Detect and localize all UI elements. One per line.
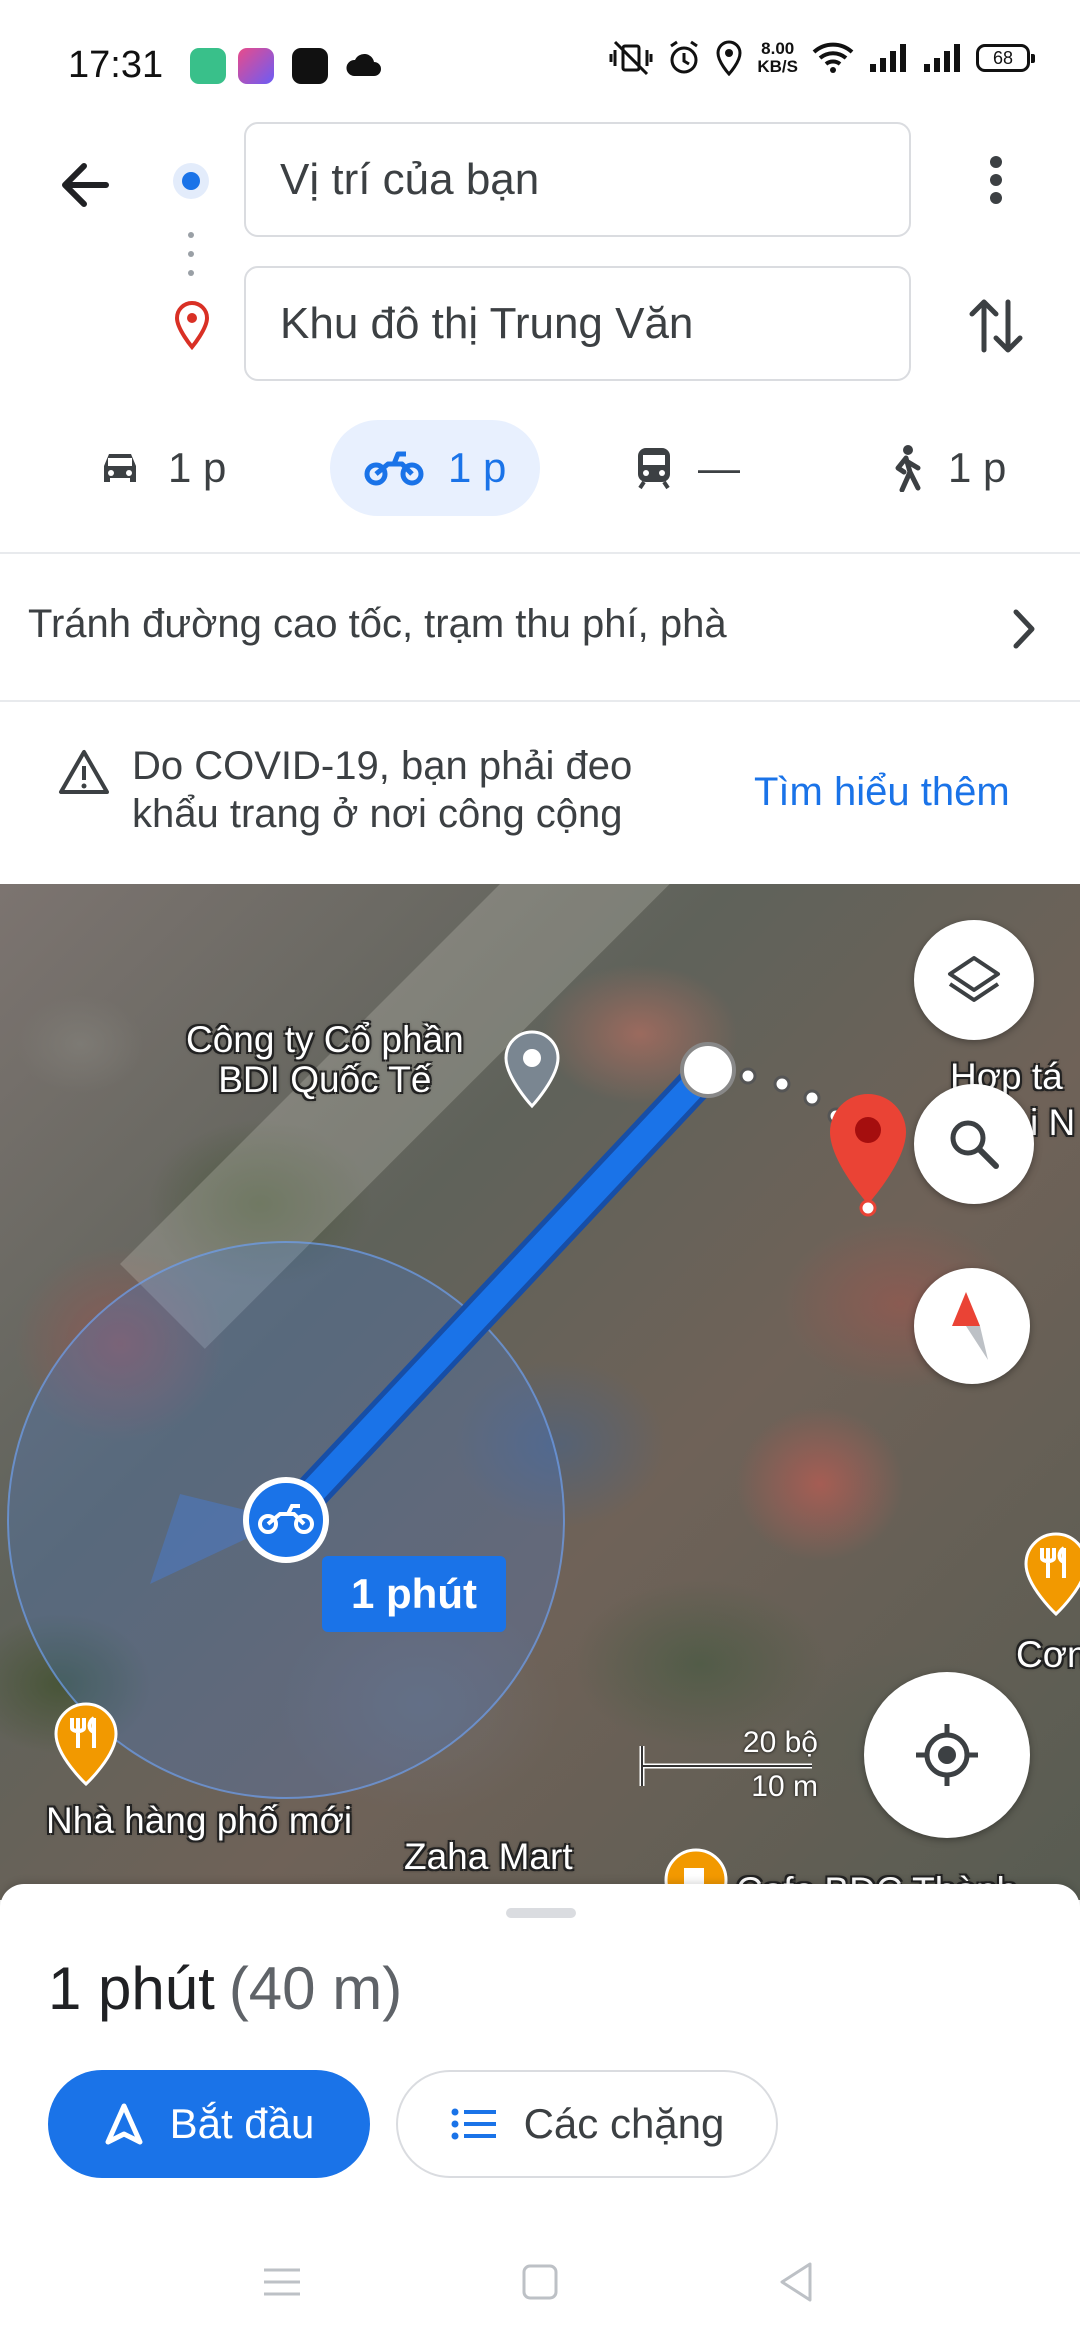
car-icon: [104, 454, 136, 482]
place-pin-icon: [504, 1030, 560, 1109]
home-icon[interactable]: [510, 2252, 570, 2312]
signal-icon: [924, 44, 960, 72]
map-label-hop-tac-2[interactable]: i N: [1030, 1102, 1075, 1144]
my-location-icon: [916, 1724, 978, 1786]
mode-driving[interactable]: 1 p: [96, 420, 226, 516]
battery-icon: 68: [976, 44, 1035, 72]
signal-icon: [870, 44, 906, 72]
wifi-icon: [812, 42, 854, 73]
covid-notice-text: Do COVID-19, bạn phải đeo khẩu trang ở n…: [132, 744, 633, 836]
layers-button[interactable]: [914, 920, 1034, 1040]
steps-button[interactable]: Các chặng: [396, 2070, 778, 2178]
destination-pin-icon: [830, 1094, 906, 1217]
map-label-com[interactable]: Cơn: [1016, 1634, 1080, 1676]
navigation-arrow-icon: [105, 2103, 143, 2145]
origin-dot-icon: [173, 163, 209, 199]
map-scale: 20 bộ 10 m: [638, 1726, 818, 1806]
chevron-right-icon: [1013, 609, 1035, 649]
system-nav-bar: [0, 2220, 1080, 2340]
drag-handle[interactable]: [506, 1908, 576, 1918]
mode-walking[interactable]: 1 p: [888, 420, 1006, 516]
layers-icon: [948, 956, 1000, 1002]
mode-time: —: [698, 444, 740, 491]
destination-pin-icon: [174, 300, 210, 350]
status-bar: 17:31 8.00 KB/S 68: [0, 0, 1080, 130]
steps-label: Các chặng: [523, 2100, 725, 2147]
walking-dot: [803, 1089, 821, 1107]
restaurant-pin-icon: [1024, 1532, 1080, 1617]
back-arrow-icon[interactable]: [50, 150, 120, 220]
route-connector: [188, 232, 194, 276]
map-label-company[interactable]: Công ty Cổ phần BDI Quốc Tế: [186, 1020, 464, 1100]
menu-icon[interactable]: [252, 2252, 312, 2312]
map-label-mart[interactable]: Zaha Mart: [404, 1836, 573, 1878]
my-location-button[interactable]: [864, 1672, 1030, 1838]
app-icon: [292, 48, 328, 84]
search-icon: [950, 1120, 999, 1169]
walking-dot: [773, 1075, 791, 1093]
mode-transit[interactable]: —: [634, 420, 740, 516]
app-icon: [190, 48, 226, 84]
walk-icon: [895, 445, 921, 492]
map-label-restaurant[interactable]: Nhà hàng phố mới: [46, 1800, 352, 1842]
list-icon: [451, 2108, 496, 2140]
mode-time: 1 p: [168, 444, 227, 491]
search-along-route-button[interactable]: [914, 1084, 1034, 1204]
mode-time: 1 p: [448, 444, 507, 491]
scale-label-imperial: 20 bộ: [742, 1726, 818, 1759]
route-options-row[interactable]: Tránh đường cao tốc, trạm thu phí, phà: [0, 554, 1080, 702]
cloud-icon: [346, 53, 381, 76]
summary-duration: 1 phút: [48, 1955, 215, 2022]
transit-icon: [638, 448, 670, 490]
covid-notice: Do COVID-19, bạn phải đeo khẩu trang ở n…: [0, 702, 1080, 882]
network-speed: 8.00 KB/S: [757, 39, 798, 76]
route-summary: 1 phút (40 m): [48, 1954, 402, 2023]
map-view[interactable]: Công ty Cổ phần BDI Quốc Tế Hợp tá i N N…: [0, 884, 1080, 1900]
origin-input[interactable]: Vị trí của bạn: [244, 122, 911, 237]
route-options-label: Tránh đường cao tốc, trạm thu phí, phà: [28, 602, 727, 646]
swap-icon[interactable]: [966, 292, 1026, 360]
scale-label-metric: 10 m: [751, 1770, 818, 1803]
app-icon: [238, 48, 274, 84]
motorbike-icon: [364, 451, 424, 486]
warning-icon: [59, 750, 109, 794]
vibrate-off-icon: [609, 40, 653, 76]
more-options-icon[interactable]: [970, 150, 1022, 210]
restaurant-pin-icon: [54, 1702, 118, 1787]
back-icon[interactable]: [766, 2252, 826, 2312]
start-label: Bắt đầu: [169, 2100, 315, 2147]
route-duration-badge: 1 phút: [322, 1556, 506, 1632]
summary-distance: (40 m): [228, 1955, 403, 2022]
route-end-marker: [680, 1042, 736, 1098]
learn-more-link[interactable]: Tìm hiểu thêm: [754, 770, 1010, 815]
start-navigation-button[interactable]: Bắt đầu: [48, 2070, 370, 2178]
location-icon: [716, 40, 742, 76]
mode-motorbike[interactable]: 1 p: [330, 420, 541, 516]
walking-dot: [739, 1067, 757, 1085]
status-time: 17:31: [68, 44, 164, 86]
mode-time: 1 p: [948, 444, 1007, 491]
current-location-marker: [243, 1477, 329, 1563]
compass-button[interactable]: [914, 1268, 1030, 1384]
destination-input[interactable]: Khu đô thị Trung Văn: [244, 266, 911, 381]
compass-icon: [952, 1292, 988, 1360]
alarm-icon: [670, 40, 699, 74]
